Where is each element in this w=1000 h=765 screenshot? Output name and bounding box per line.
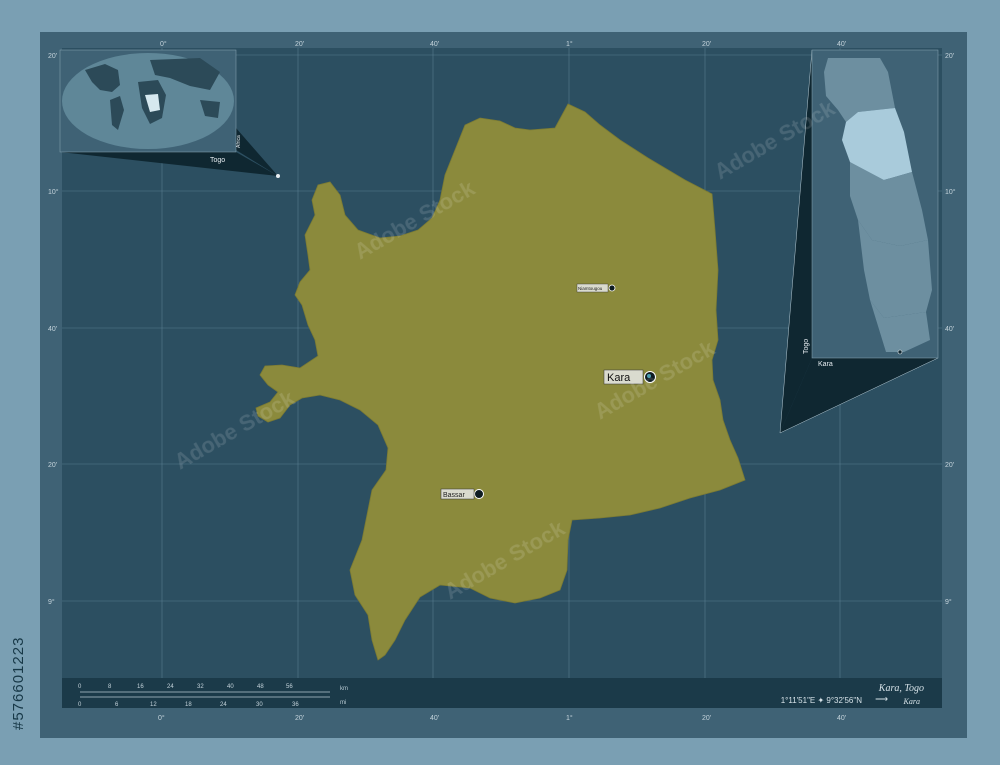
left-label: 20': [48, 462, 57, 469]
kara-region-shape[interactable]: [255, 103, 746, 661]
scale-mi-unit: mi: [340, 700, 347, 706]
map-coordinates: 1°11'51"E ✦ 9°32'56"N: [780, 696, 862, 705]
top-graticule-labels: 0° 20' 40' 1° 20' 40': [160, 40, 846, 48]
world-inset-country-label: Togo: [210, 157, 225, 164]
niamtougou-city-label: Niamtougou: [578, 286, 603, 291]
bassar-city-label: Bassar: [443, 492, 465, 499]
right-label: 9°: [945, 598, 952, 606]
bottom-label: 40': [430, 715, 439, 722]
world-inset-continent-label: Africa: [236, 135, 242, 148]
kara-city-marker[interactable]: Kara: [603, 369, 656, 385]
bottom-label: 20': [702, 715, 711, 722]
left-graticule-labels: 20' 10° 40' 20' 9°: [48, 53, 59, 606]
country-inset[interactable]: Kara Togo: [779, 49, 939, 434]
kara-city-label: Kara: [607, 372, 631, 384]
bassar-city-marker[interactable]: Bassar: [440, 488, 484, 500]
stock-id-label: #576601223: [10, 636, 27, 730]
top-label: 20': [295, 41, 304, 48]
bottom-label: 1°: [566, 714, 573, 722]
bottom-label: 20': [295, 715, 304, 722]
top-label: 1°: [566, 40, 573, 48]
left-label: 9°: [48, 598, 55, 606]
right-label: 20': [945, 53, 954, 60]
map-svg: 0° 20' 40' 1° 20' 40' 0° 20' 40' 1° 20' …: [48, 40, 956, 722]
left-label: 10°: [48, 188, 59, 196]
top-label: 40': [430, 41, 439, 48]
left-label: 40': [48, 326, 57, 333]
top-label: 0°: [160, 40, 167, 48]
right-label: 10°: [945, 188, 956, 196]
arrow-icon: ⟶: [875, 694, 888, 704]
map-title: Kara, Togo: [878, 683, 924, 694]
left-label: 20': [48, 53, 57, 60]
world-inset[interactable]: Togo Africa: [59, 49, 280, 178]
bottom-label: 0°: [158, 714, 165, 722]
right-label: 40': [945, 326, 954, 333]
scale-km-unit: km: [340, 686, 348, 692]
footer-region-name: Kara: [903, 697, 920, 706]
stock-id-sidebar: #576601223: [10, 530, 34, 730]
top-label: 20': [702, 41, 711, 48]
bottom-label: 40': [837, 715, 846, 722]
country-inset-region-label: Kara: [818, 361, 833, 368]
top-label: 40': [837, 41, 846, 48]
bottom-graticule-labels: 0° 20' 40' 1° 20' 40': [158, 714, 846, 722]
right-graticule-labels: 20' 10° 40' 20' 9°: [945, 53, 956, 606]
country-inset-country-label: Togo: [803, 339, 810, 354]
right-label: 20': [945, 462, 954, 469]
